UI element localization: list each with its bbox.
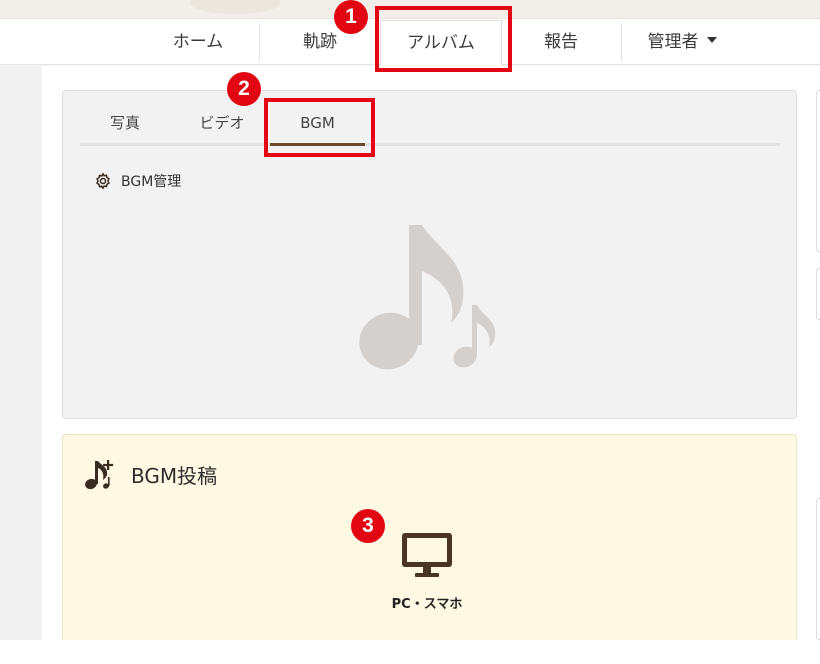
hero-image-fragment <box>190 0 280 14</box>
gear-icon <box>96 172 110 190</box>
nav-divider <box>259 23 260 61</box>
right-panel-edge <box>816 268 820 320</box>
album-card: 写真 ビデオ BGM BGM管理 <box>62 90 797 419</box>
nav-admin-label: 管理者 <box>647 32 699 52</box>
upload-header: BGM投稿 <box>83 457 217 491</box>
page: ホーム 軌跡 アルバム 報告 管理者 写真 ビデオ BGM BGM管理 BGM投… <box>0 0 820 664</box>
page-bottom <box>0 640 820 664</box>
step-badge-2: 2 <box>227 72 261 106</box>
left-gutter <box>0 66 42 640</box>
pc-smartphone-upload-button[interactable]: PC・スマホ <box>387 531 467 612</box>
nav-divider <box>621 23 622 61</box>
right-panel-edge <box>816 90 820 252</box>
upload-title: BGM投稿 <box>131 463 218 488</box>
pc-smartphone-label: PC・スマホ <box>391 597 463 612</box>
nav-home[interactable]: ホーム <box>150 19 246 65</box>
caret-down-icon <box>706 37 717 43</box>
bgm-manage-label: BGM管理 <box>121 174 182 190</box>
nav-report[interactable]: 報告 <box>524 19 598 65</box>
highlight-box-bgm-tab <box>264 98 375 157</box>
music-add-icon <box>85 460 114 490</box>
music-note-placeholder-icon <box>359 221 501 377</box>
tab-photos[interactable]: 写真 <box>94 91 156 146</box>
album-tabs: 写真 ビデオ BGM <box>80 91 780 146</box>
highlight-box-album <box>375 6 512 72</box>
step-badge-1: 1 <box>334 0 368 34</box>
bgm-upload-card: BGM投稿 PC・スマホ <box>62 434 797 640</box>
bgm-manage-link[interactable]: BGM管理 <box>94 171 181 191</box>
right-panel-edge <box>816 498 820 640</box>
monitor-icon <box>402 533 452 577</box>
nav-admin-dropdown[interactable]: 管理者 <box>632 19 732 65</box>
step-badge-3: 3 <box>351 509 385 543</box>
